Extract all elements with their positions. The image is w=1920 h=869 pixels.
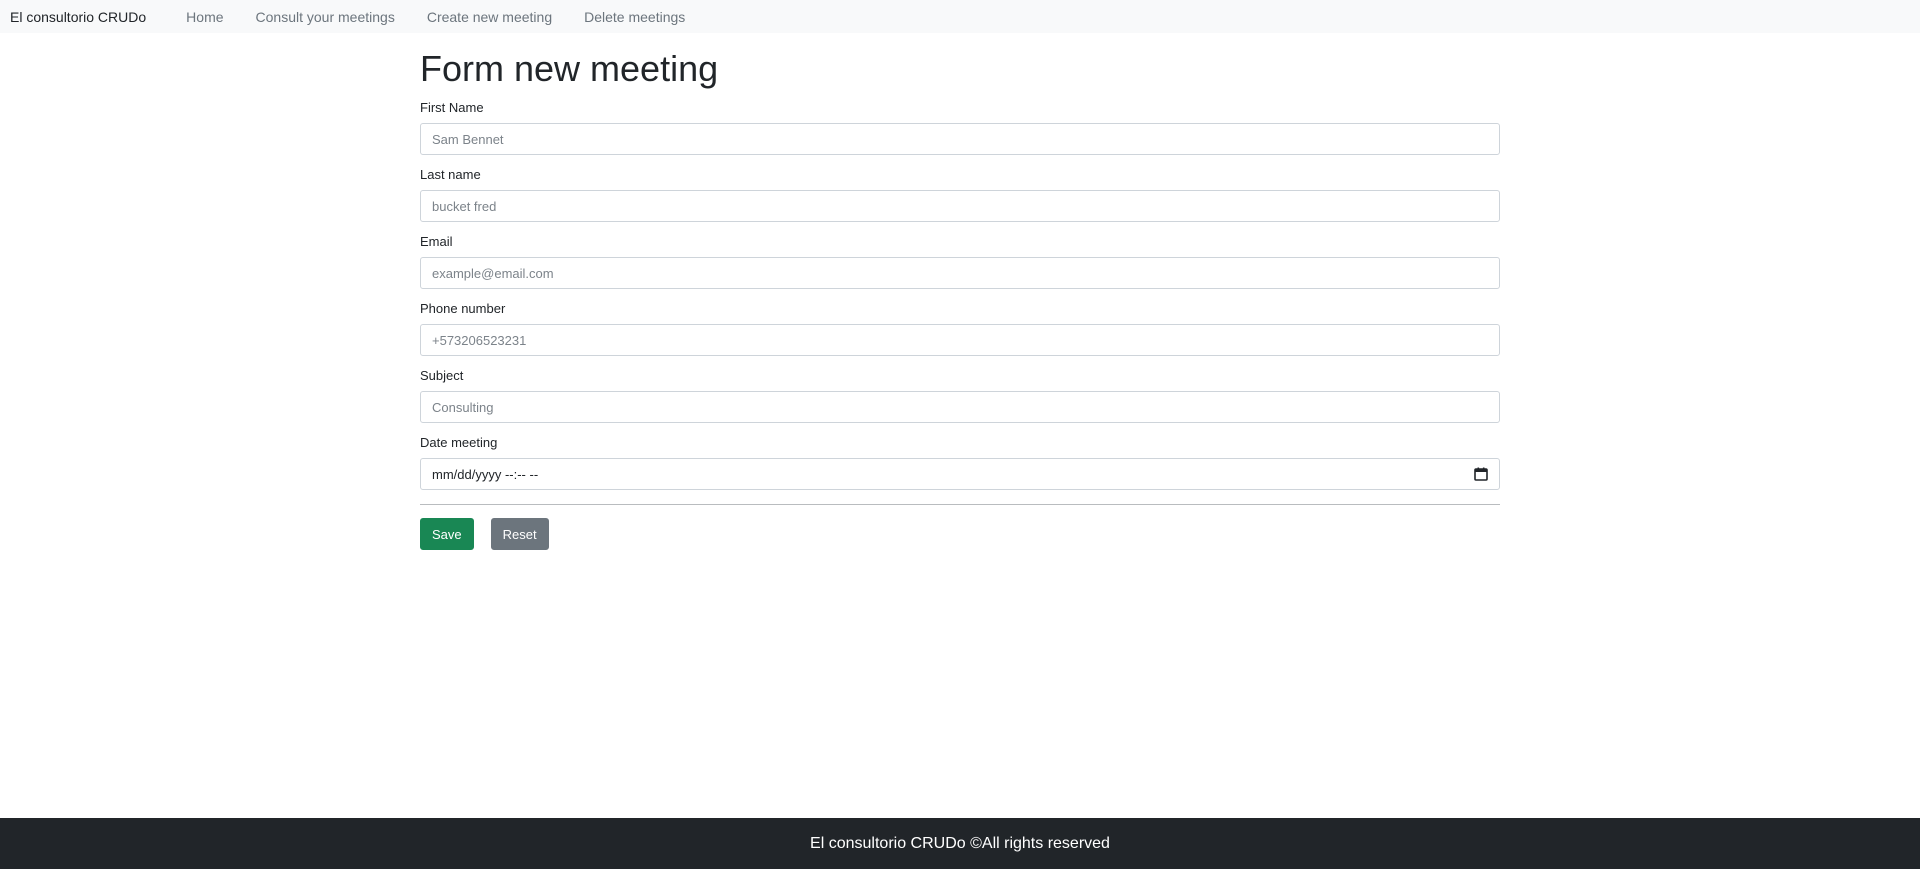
email-label: Email	[420, 234, 453, 249]
email-group: Email	[420, 234, 1500, 289]
phone-label: Phone number	[420, 301, 506, 316]
subject-group: Subject	[420, 368, 1500, 423]
page-title: Form new meeting	[420, 48, 719, 89]
subject-input[interactable]	[420, 391, 1500, 423]
last-name-input[interactable]	[420, 190, 1500, 222]
date-label: Date meeting	[420, 435, 498, 450]
nav-links: Home Consult your meetings Create new me…	[170, 9, 701, 25]
first-name-input[interactable]	[420, 123, 1500, 155]
brand-link[interactable]: El consultorio CRUDo	[10, 9, 146, 25]
last-name-group: Last name	[420, 167, 1500, 222]
date-meeting-input[interactable]: mm/dd/yyyy --:-- --	[420, 458, 1500, 490]
form-divider	[420, 504, 1500, 505]
nav-link-home[interactable]: Home	[186, 9, 223, 25]
save-button[interactable]: Save	[420, 518, 474, 550]
calendar-icon[interactable]	[1474, 467, 1488, 481]
date-meeting-text: mm/dd/yyyy --:-- --	[432, 466, 539, 482]
nav-link-create-meeting[interactable]: Create new meeting	[427, 9, 552, 25]
form-actions: Save Reset	[420, 518, 1500, 550]
phone-group: Phone number	[420, 301, 1500, 356]
main-content: Form new meeting First Name Last name Em…	[420, 33, 1500, 550]
first-name-group: First Name	[420, 100, 1500, 155]
footer-text: El consultorio CRUDo ©All rights reserve…	[810, 834, 1110, 852]
date-group: Date meeting mm/dd/yyyy --:-- --	[420, 435, 1500, 490]
subject-label: Subject	[420, 368, 464, 383]
page-footer: El consultorio CRUDo ©All rights reserve…	[0, 818, 1920, 869]
top-navbar: El consultorio CRUDo Home Consult your m…	[0, 0, 1920, 33]
nav-link-delete-meetings[interactable]: Delete meetings	[584, 9, 685, 25]
last-name-label: Last name	[420, 167, 481, 182]
reset-button[interactable]: Reset	[490, 518, 549, 550]
phone-input[interactable]	[420, 324, 1500, 356]
meeting-form: First Name Last name Email Phone number …	[420, 100, 1500, 550]
email-input[interactable]	[420, 257, 1500, 289]
first-name-label: First Name	[420, 100, 484, 115]
nav-link-consult-meetings[interactable]: Consult your meetings	[256, 9, 395, 25]
